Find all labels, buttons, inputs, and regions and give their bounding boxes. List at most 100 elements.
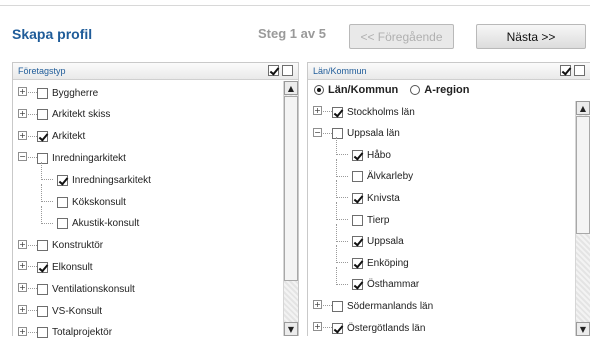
item-checkbox[interactable]	[37, 305, 48, 317]
expand-icon[interactable]: +	[18, 108, 27, 118]
item-label: Stockholms län	[347, 106, 415, 118]
deselect-all-checkbox[interactable]	[282, 65, 293, 76]
tree-connector	[28, 113, 37, 115]
radio-a-region[interactable]	[410, 85, 421, 95]
tree-item[interactable]: − Uppsala län	[308, 125, 574, 143]
expand-icon[interactable]: +	[18, 326, 27, 336]
tree-item[interactable]: Tierp	[308, 202, 574, 229]
item-checkbox[interactable]	[352, 257, 363, 269]
item-checkbox[interactable]	[332, 300, 343, 312]
tree-item[interactable]: + Arkitekt skiss	[13, 106, 282, 124]
item-label: Kökskonsult	[72, 196, 126, 208]
expand-icon[interactable]: +	[313, 300, 322, 310]
collapse-icon[interactable]: −	[313, 127, 322, 137]
tree-item[interactable]: Östhammar	[308, 266, 574, 294]
item-label: Ventilationskonsult	[52, 283, 135, 295]
expand-icon[interactable]: +	[313, 106, 322, 115]
item-checkbox[interactable]	[37, 131, 48, 143]
tree-item[interactable]: Kökskonsult	[13, 184, 282, 211]
item-label: Arkitekt skiss	[52, 109, 111, 121]
item-checkbox[interactable]	[37, 283, 48, 295]
item-checkbox[interactable]	[37, 109, 48, 121]
item-checkbox[interactable]	[37, 261, 48, 273]
item-checkbox[interactable]	[37, 87, 48, 99]
tree-item[interactable]: + Totalprojektör	[13, 324, 282, 342]
tree-item[interactable]: + Elkonsult	[13, 258, 282, 276]
tree-connector	[323, 305, 332, 307]
tree-item[interactable]: Uppsala	[308, 223, 574, 251]
tree-item[interactable]: + Södermanlands län	[308, 297, 574, 315]
tree-item[interactable]: + VS-Konsult	[13, 302, 282, 320]
tree-connector	[336, 245, 337, 264]
scroll-down-arrow-icon[interactable]: ▼	[284, 322, 298, 336]
expand-icon[interactable]: +	[18, 87, 27, 96]
item-label: Östhammar	[367, 279, 420, 291]
region-tree: + Stockholms län − Uppsala län Håbo Älvkarleb…	[308, 101, 574, 336]
item-checkbox[interactable]	[332, 128, 343, 140]
item-label: Elkonsult	[52, 261, 93, 273]
tree-item[interactable]: Knivsta	[308, 180, 574, 207]
tree-item[interactable]: Håbo	[308, 137, 574, 164]
tree-connector	[336, 283, 348, 285]
scroll-up-arrow-icon[interactable]: ▲	[284, 81, 298, 95]
item-checkbox[interactable]	[352, 149, 363, 161]
item-checkbox[interactable]	[352, 279, 363, 291]
tree-item[interactable]: Inredningsarkitekt	[13, 162, 282, 189]
tree-connector	[336, 266, 337, 285]
tree-connector	[323, 327, 332, 328]
scroll-down-arrow-icon[interactable]: ▼	[576, 322, 590, 336]
item-checkbox[interactable]	[57, 196, 68, 208]
tree-item[interactable]: Älvkarleby	[308, 158, 574, 186]
select-all-checkbox[interactable]	[268, 65, 279, 76]
tree-connector	[41, 222, 53, 224]
item-checkbox[interactable]	[332, 322, 343, 334]
scroll-thumb[interactable]	[576, 116, 590, 234]
tree-item[interactable]: + Stockholms län	[308, 103, 574, 121]
item-checkbox[interactable]	[352, 171, 363, 183]
item-checkbox[interactable]	[352, 236, 363, 248]
tree-item[interactable]: − Inredningarkitekt	[13, 149, 282, 167]
item-checkbox[interactable]	[352, 192, 363, 204]
select-all-checkbox[interactable]	[560, 65, 571, 76]
tree-item[interactable]: + Ventilationskonsult	[13, 280, 282, 298]
item-label: Uppsala län	[347, 128, 400, 140]
expand-icon[interactable]: +	[18, 261, 27, 271]
item-checkbox[interactable]	[37, 152, 48, 164]
item-checkbox[interactable]	[332, 106, 343, 118]
expand-icon[interactable]: +	[18, 283, 27, 293]
tree-item[interactable]: + Konstruktör	[13, 237, 282, 255]
radio-label: A-region	[424, 84, 470, 96]
expand-icon[interactable]: +	[18, 305, 27, 314]
item-label: Inredningarkitekt	[52, 152, 126, 164]
item-label: Inredningsarkitekt	[72, 174, 151, 186]
scrollbar[interactable]: ▲ ▼	[283, 81, 298, 336]
tree-connector	[41, 205, 42, 224]
item-checkbox[interactable]	[37, 240, 48, 252]
panel-header: Företagstyp	[13, 63, 298, 80]
radio-lan-kommun[interactable]	[314, 85, 324, 95]
tree-connector	[336, 137, 337, 156]
tree-item[interactable]: + Arkitekt	[13, 128, 282, 146]
deselect-all-checkbox[interactable]	[574, 65, 585, 76]
item-checkbox[interactable]	[352, 214, 363, 226]
previous-button[interactable]: << Föregående	[349, 24, 454, 49]
tree-item[interactable]: Enköping	[308, 245, 574, 272]
tree-connector	[323, 111, 332, 112]
panel-title: Företagstyp	[18, 66, 66, 76]
item-checkbox[interactable]	[57, 174, 68, 186]
scroll-up-arrow-icon[interactable]: ▲	[576, 101, 590, 115]
tree-item[interactable]: + Byggherre	[13, 84, 282, 102]
scroll-thumb[interactable]	[284, 96, 298, 281]
tree-item[interactable]: + Östergötlands län	[308, 319, 574, 337]
expand-icon[interactable]: +	[18, 239, 27, 249]
scrollbar[interactable]: ▲ ▼	[575, 101, 590, 336]
next-button[interactable]: Nästa >>	[476, 24, 586, 49]
panel-title: Län/Kommun	[313, 66, 367, 76]
expand-icon[interactable]: +	[313, 322, 322, 331]
collapse-icon[interactable]: −	[18, 152, 27, 162]
tree-item[interactable]: Akustik-konsult	[13, 205, 282, 233]
expand-icon[interactable]: +	[18, 130, 27, 140]
tree-connector	[28, 288, 37, 290]
item-checkbox[interactable]	[57, 218, 68, 230]
item-checkbox[interactable]	[37, 327, 48, 339]
